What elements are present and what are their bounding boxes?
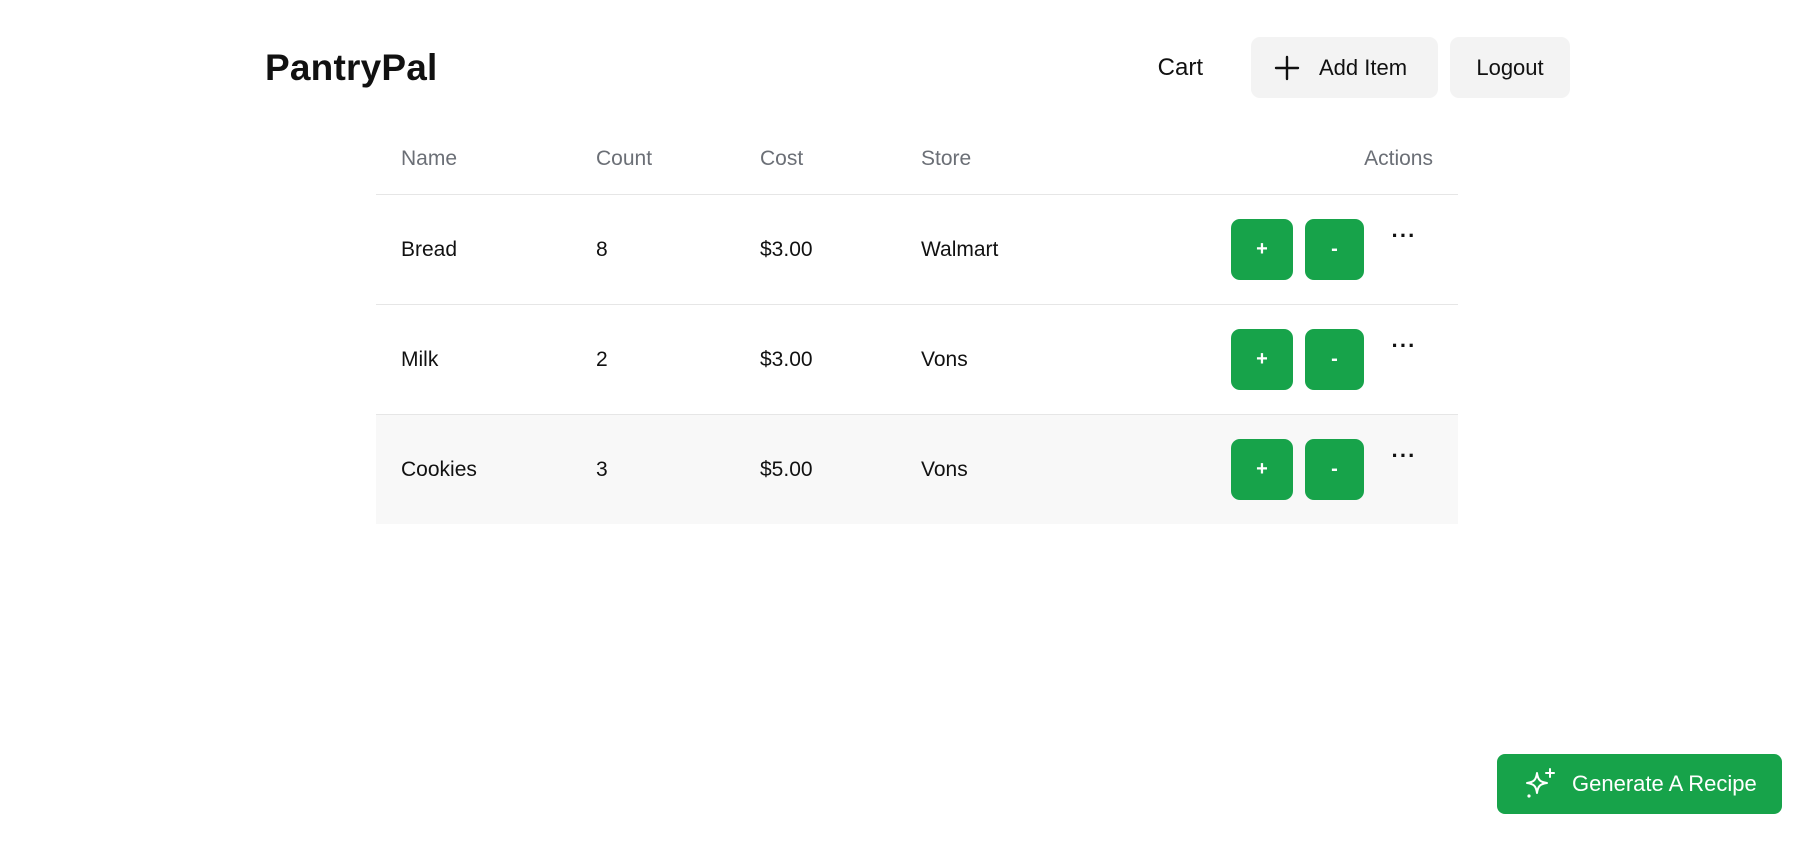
table-row: Cookies 3 $5.00 Vons + - ··· <box>376 414 1458 524</box>
decrement-button[interactable]: - <box>1305 219 1364 280</box>
row-actions: + - ··· <box>1231 329 1424 390</box>
plus-icon <box>1273 54 1301 82</box>
table-header-row: Name Count Cost Store Actions <box>376 124 1458 195</box>
header-cost: Cost <box>735 124 896 195</box>
row-actions: + - ··· <box>1231 439 1424 500</box>
cell-cost: $3.00 <box>735 194 896 305</box>
add-item-label: Add Item <box>1319 54 1408 80</box>
cell-actions: + - ··· <box>1146 414 1458 524</box>
ellipsis-icon[interactable]: ··· <box>1384 224 1424 275</box>
cell-store: Vons <box>896 414 1146 524</box>
cell-name: Cookies <box>376 414 571 524</box>
cell-name: Milk <box>376 304 571 415</box>
ellipsis-icon[interactable]: ··· <box>1384 334 1424 385</box>
increment-button[interactable]: + <box>1231 329 1293 390</box>
cell-actions: + - ··· <box>1146 194 1458 305</box>
header-actions: Actions <box>1146 124 1458 195</box>
cell-count: 2 <box>571 304 735 415</box>
increment-button[interactable]: + <box>1231 439 1293 500</box>
decrement-button[interactable]: - <box>1305 439 1364 500</box>
sparkles-icon <box>1522 766 1558 802</box>
cell-actions: + - ··· <box>1146 304 1458 415</box>
header-store: Store <box>896 124 1146 195</box>
cell-cost: $5.00 <box>735 414 896 524</box>
app-header: PantryPal Cart Add Item Logout <box>265 37 1570 98</box>
cell-store: Vons <box>896 304 1146 415</box>
cell-store: Walmart <box>896 194 1146 305</box>
cart-link[interactable]: Cart <box>1158 54 1239 82</box>
app-brand: PantryPal <box>265 46 438 88</box>
decrement-button[interactable]: - <box>1305 329 1364 390</box>
page: PantryPal Cart Add Item Logout Name Coun… <box>0 0 1819 856</box>
cell-count: 3 <box>571 414 735 524</box>
logout-button[interactable]: Logout <box>1450 37 1570 98</box>
pantry-table-container: Name Count Cost Store Actions Bread 8 $3… <box>376 124 1458 524</box>
top-nav: Cart Add Item Logout <box>1158 37 1570 98</box>
generate-recipe-label: Generate A Recipe <box>1572 771 1757 796</box>
row-actions: + - ··· <box>1231 219 1424 280</box>
cell-count: 8 <box>571 194 735 305</box>
cell-name: Bread <box>376 194 571 305</box>
header-count: Count <box>571 124 735 195</box>
ellipsis-icon[interactable]: ··· <box>1384 444 1424 495</box>
add-item-button[interactable]: Add Item <box>1251 37 1438 98</box>
pantry-table: Name Count Cost Store Actions Bread 8 $3… <box>376 124 1458 524</box>
generate-recipe-button[interactable]: Generate A Recipe <box>1497 754 1782 814</box>
table-row: Bread 8 $3.00 Walmart + - ··· <box>376 194 1458 305</box>
cell-cost: $3.00 <box>735 304 896 415</box>
table-row: Milk 2 $3.00 Vons + - ··· <box>376 304 1458 415</box>
header-name: Name <box>376 124 571 195</box>
increment-button[interactable]: + <box>1231 219 1293 280</box>
